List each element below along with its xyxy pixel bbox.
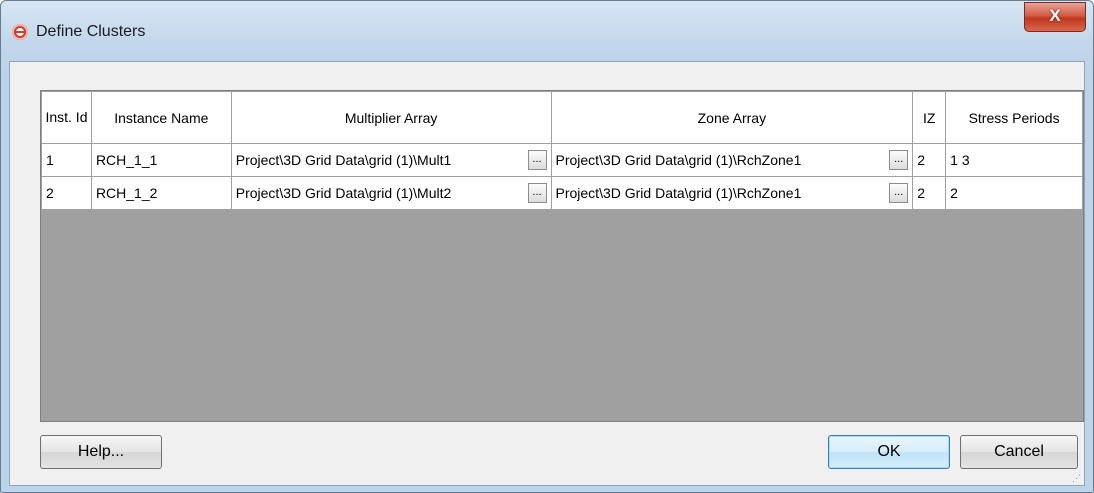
resize-grip-icon[interactable]: ⋰ — [1072, 473, 1082, 483]
zone-array-field: Project\3D Grid Data\grid (1)\RchZone1 .… — [555, 145, 909, 176]
title-bar[interactable]: Define Clusters X — [1, 1, 1093, 61]
cell-inst-id[interactable]: 1 — [41, 143, 92, 177]
cell-stress-periods[interactable]: 2 — [945, 176, 1083, 210]
multiplier-array-value: Project\3D Grid Data\grid (1)\Mult2 — [235, 185, 452, 201]
multiplier-array-field: Project\3D Grid Data\grid (1)\Mult2 ... — [235, 178, 547, 209]
col-header-inst-id[interactable]: Inst. Id — [41, 91, 92, 144]
cell-multiplier-array[interactable]: Project\3D Grid Data\grid (1)\Mult2 ... — [230, 176, 552, 210]
close-icon: X — [1049, 6, 1061, 25]
dialog-client-area: Inst. Id Instance Name Multiplier Array … — [9, 61, 1085, 486]
cell-iz[interactable]: 2 — [912, 176, 947, 210]
col-header-stress-periods[interactable]: Stress Periods — [945, 91, 1083, 144]
col-header-instance-name[interactable]: Instance Name — [90, 91, 232, 144]
table-row[interactable]: 1 RCH_1_1 Project\3D Grid Data\grid (1)\… — [41, 143, 1083, 177]
zone-array-value: Project\3D Grid Data\grid (1)\RchZone1 — [555, 152, 802, 168]
define-clusters-dialog: Define Clusters X Inst. Id Instance Name… — [0, 0, 1094, 493]
cell-instance-name[interactable]: RCH_1_2 — [90, 176, 232, 210]
cell-multiplier-array[interactable]: Project\3D Grid Data\grid (1)\Mult1 ... — [230, 143, 552, 177]
multiplier-array-field: Project\3D Grid Data\grid (1)\Mult1 ... — [235, 145, 547, 176]
help-button[interactable]: Help... — [40, 435, 162, 469]
browse-multiplier-button[interactable]: ... — [527, 150, 547, 170]
cell-inst-id[interactable]: 2 — [41, 176, 92, 210]
close-button[interactable]: X — [1024, 2, 1086, 32]
clusters-grid[interactable]: Inst. Id Instance Name Multiplier Array … — [40, 90, 1084, 422]
ok-button[interactable]: OK — [828, 435, 950, 469]
header-row: Inst. Id Instance Name Multiplier Array … — [41, 91, 1083, 144]
clusters-table: Inst. Id Instance Name Multiplier Array … — [41, 91, 1083, 210]
zone-array-value: Project\3D Grid Data\grid (1)\RchZone1 — [555, 185, 802, 201]
cell-zone-array[interactable]: Project\3D Grid Data\grid (1)\RchZone1 .… — [550, 176, 914, 210]
col-header-iz[interactable]: IZ — [912, 91, 947, 144]
browse-multiplier-button[interactable]: ... — [527, 183, 547, 203]
cancel-button[interactable]: Cancel — [960, 435, 1078, 469]
table-row[interactable]: 2 RCH_1_2 Project\3D Grid Data\grid (1)\… — [41, 176, 1083, 210]
browse-zone-button[interactable]: ... — [889, 183, 909, 203]
cell-iz[interactable]: 2 — [912, 143, 947, 177]
app-logo-icon — [12, 24, 28, 40]
window-title: Define Clusters — [36, 23, 146, 40]
col-header-multiplier-array[interactable]: Multiplier Array — [230, 91, 552, 144]
cell-stress-periods[interactable]: 1 3 — [945, 143, 1083, 177]
zone-array-field: Project\3D Grid Data\grid (1)\RchZone1 .… — [555, 178, 909, 209]
col-header-zone-array[interactable]: Zone Array — [550, 91, 914, 144]
browse-zone-button[interactable]: ... — [889, 150, 909, 170]
cell-instance-name[interactable]: RCH_1_1 — [90, 143, 232, 177]
cell-zone-array[interactable]: Project\3D Grid Data\grid (1)\RchZone1 .… — [550, 143, 914, 177]
multiplier-array-value: Project\3D Grid Data\grid (1)\Mult1 — [235, 152, 452, 168]
